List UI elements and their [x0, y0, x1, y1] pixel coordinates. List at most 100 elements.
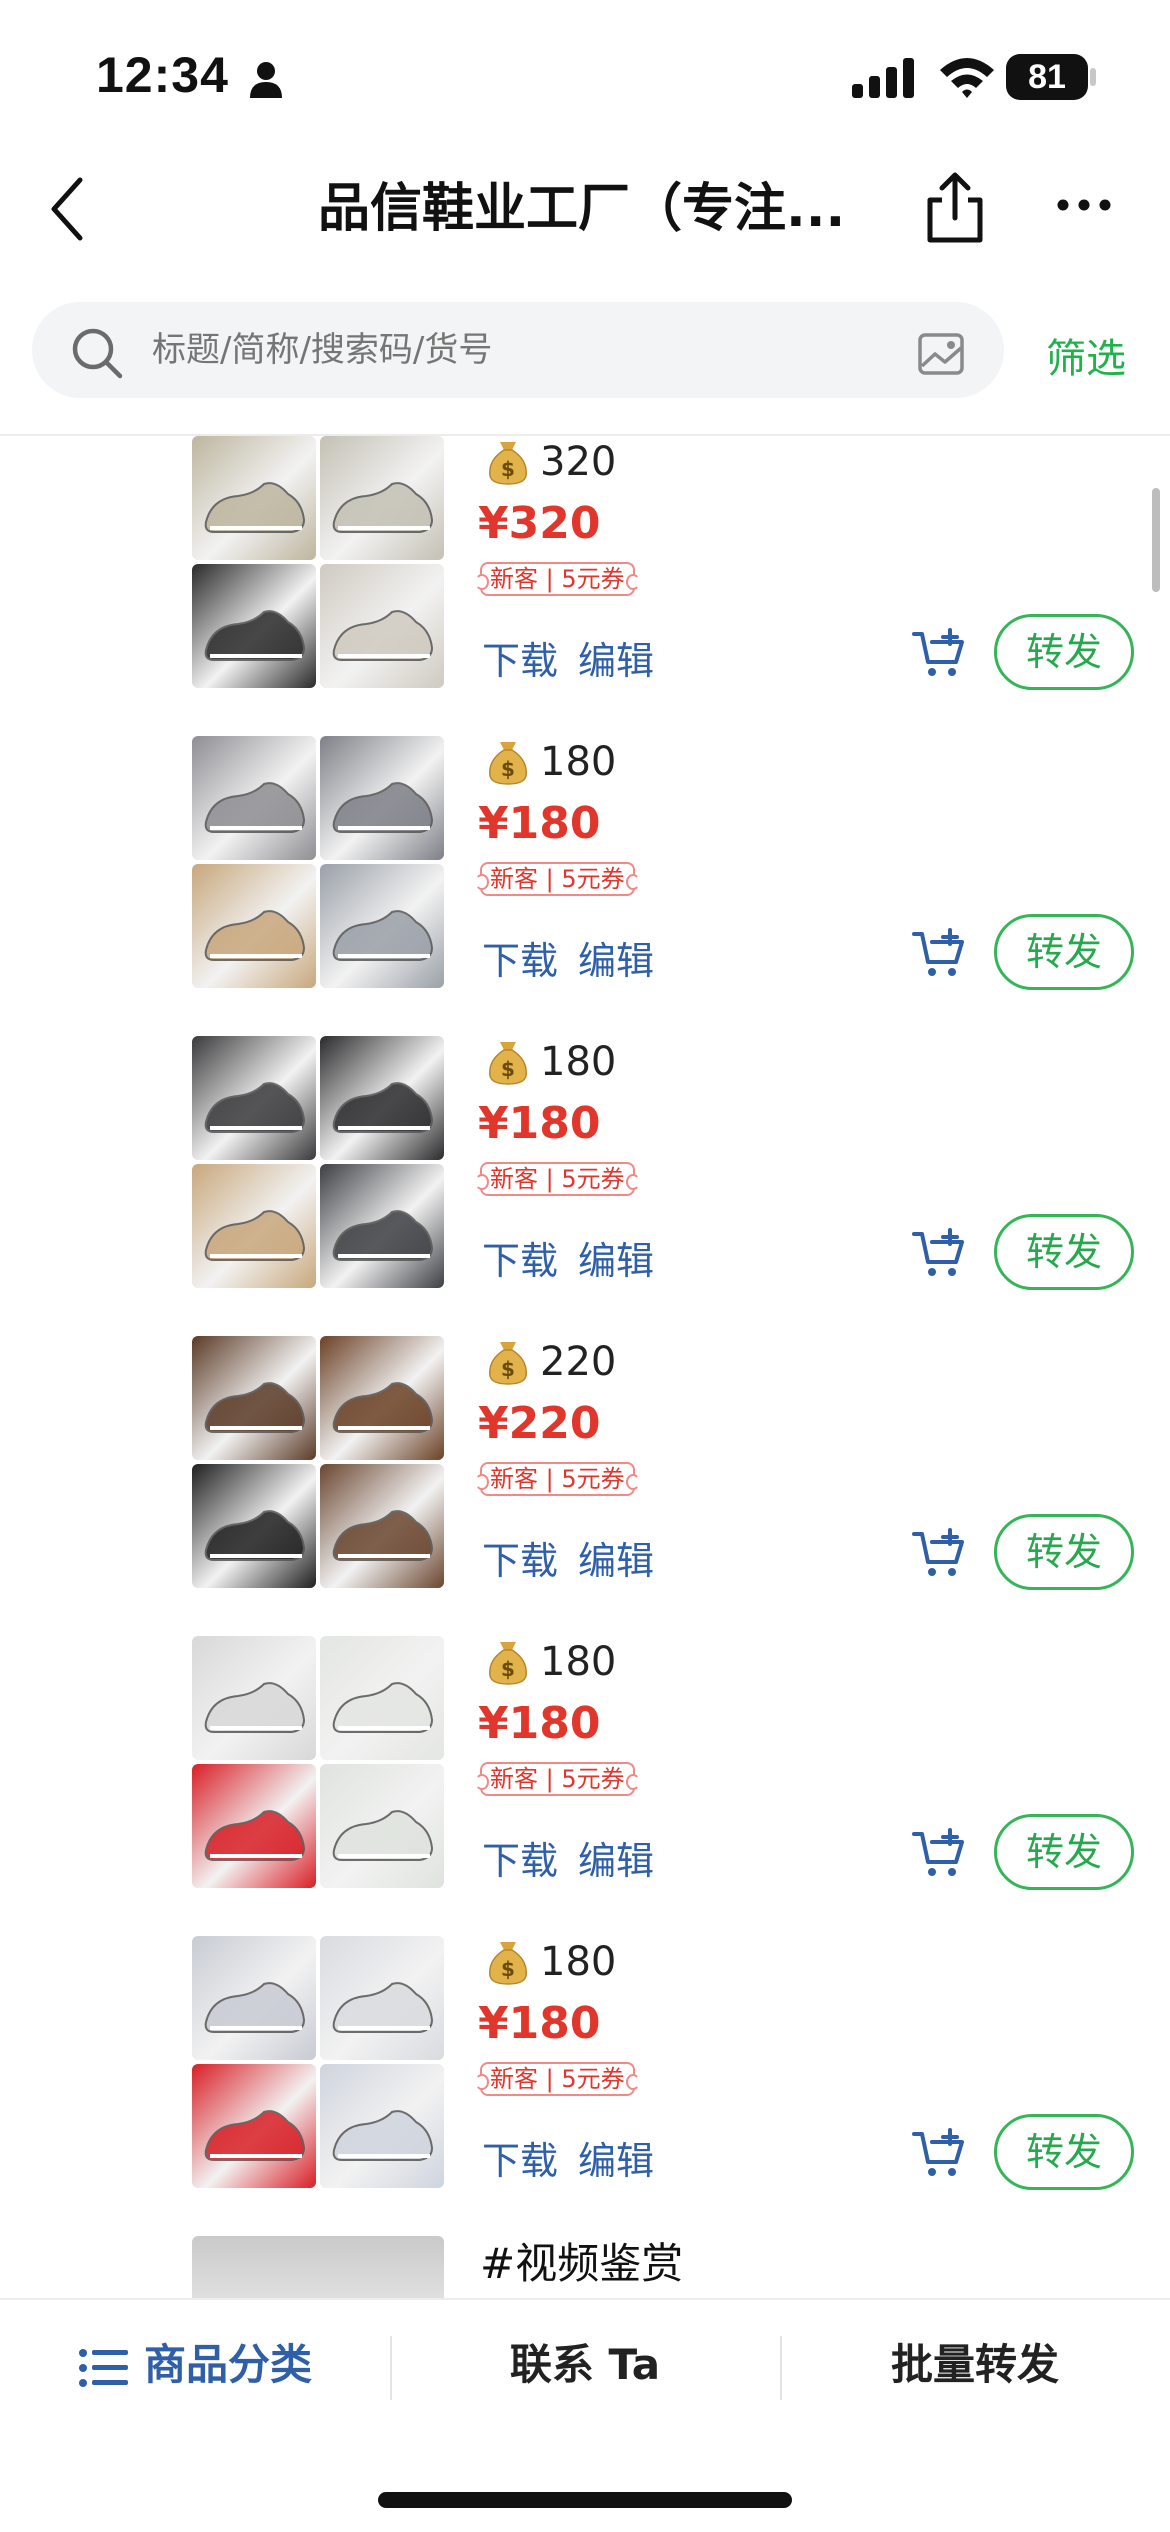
product-item[interactable]: $320 ¥320 新客 | 5元券 下载 编辑 转发 [0, 436, 1170, 736]
product-photo[interactable] [320, 736, 444, 860]
product-photo[interactable] [192, 436, 316, 560]
product-item[interactable]: $220 ¥220 新客 | 5元券 下载 编辑 转发 [0, 1336, 1170, 1636]
shoe-photo-icon [204, 1082, 306, 1133]
download-link[interactable]: 下载 [482, 1230, 558, 1285]
coupon-badge[interactable]: 新客 | 5元券 [475, 2062, 640, 2096]
product-photo[interactable] [320, 436, 444, 560]
coupon-badge[interactable]: 新客 | 5元券 [475, 562, 640, 596]
product-thumbnails[interactable] [192, 1336, 444, 1588]
product-photo[interactable] [192, 864, 316, 988]
product-photo[interactable] [192, 1936, 316, 2060]
battery-tip [1090, 68, 1096, 86]
add-to-cart-icon[interactable] [912, 1528, 966, 1580]
coupon-badge[interactable]: 新客 | 5元券 [475, 862, 640, 896]
edit-link[interactable]: 编辑 [578, 1230, 654, 1285]
tab-categories[interactable]: 商品分类 [0, 2300, 390, 2430]
shoe-photo-icon [332, 1682, 434, 1733]
money-bag-icon: $ [489, 1642, 527, 1685]
svg-text:$: $ [501, 1057, 515, 1081]
download-link[interactable]: 下载 [482, 2130, 558, 2185]
edit-link[interactable]: 编辑 [578, 2130, 654, 2185]
cellular-signal-icon [852, 58, 914, 98]
video-thumbnail[interactable] [192, 2236, 444, 2298]
product-photo[interactable] [320, 564, 444, 688]
product-photo[interactable] [320, 1636, 444, 1760]
coupon-badge[interactable]: 新客 | 5元券 [475, 1762, 640, 1796]
image-search-icon[interactable] [917, 332, 965, 376]
download-link[interactable]: 下载 [482, 1830, 558, 1885]
product-item[interactable]: $180 ¥180 新客 | 5元券 下载 编辑 转发 [0, 1036, 1170, 1336]
forward-button[interactable]: 转发 [994, 1814, 1134, 1890]
product-thumbnails[interactable] [192, 436, 444, 688]
product-photo[interactable] [192, 1464, 316, 1588]
product-thumbnails[interactable] [192, 1636, 444, 1888]
wifi-icon [940, 58, 994, 98]
product-photo[interactable] [192, 564, 316, 688]
tab-contact[interactable]: 联系 Ta [390, 2300, 780, 2430]
edit-link[interactable]: 编辑 [578, 930, 654, 985]
svg-text:$: $ [501, 757, 515, 781]
product-photo[interactable] [192, 1336, 316, 1460]
edit-link[interactable]: 编辑 [578, 630, 654, 685]
add-to-cart-icon[interactable] [912, 628, 966, 680]
product-photo[interactable] [320, 1036, 444, 1160]
forward-button[interactable]: 转发 [994, 2114, 1134, 2190]
product-thumbnails[interactable] [192, 1036, 444, 1288]
product-photo[interactable] [192, 1636, 316, 1760]
download-link[interactable]: 下载 [482, 1530, 558, 1585]
product-photo[interactable] [320, 1336, 444, 1460]
product-item[interactable]: $180 ¥180 新客 | 5元券 下载 编辑 转发 [0, 1636, 1170, 1936]
share-icon[interactable] [920, 170, 990, 246]
shoe-photo-icon [204, 610, 306, 661]
product-photo[interactable] [320, 2064, 444, 2188]
product-thumbnails[interactable] [192, 736, 444, 988]
download-link[interactable]: 下载 [482, 930, 558, 985]
tab-batch-forward[interactable]: 批量转发 [780, 2300, 1170, 2430]
shoe-photo-icon [332, 482, 434, 533]
shoe-photo-icon [332, 782, 434, 833]
shoe-photo-icon [332, 1082, 434, 1133]
navigation-bar: 品信鞋业工厂（专注... [0, 150, 1170, 270]
shoe-photo-icon [332, 1210, 434, 1261]
product-photo[interactable] [320, 1164, 444, 1288]
product-photo[interactable] [320, 1464, 444, 1588]
product-photo[interactable] [192, 1164, 316, 1288]
scrollbar[interactable] [1152, 488, 1160, 592]
more-dots-icon[interactable] [1056, 198, 1112, 212]
coupon-badge[interactable]: 新客 | 5元券 [475, 1462, 640, 1496]
edit-link[interactable]: 编辑 [578, 1530, 654, 1585]
price: ¥180 [478, 1098, 601, 1149]
add-to-cart-icon[interactable] [912, 928, 966, 980]
product-list[interactable]: $320 ¥320 新客 | 5元券 下载 编辑 转发 $180 ¥180 新客 | 5元券 下载… [0, 436, 1170, 2298]
money-bag-icon: $ [489, 1342, 527, 1385]
add-to-cart-icon[interactable] [912, 1828, 966, 1880]
product-item[interactable]: $180 ¥180 新客 | 5元券 下载 编辑 转发 [0, 736, 1170, 1036]
chevron-left-icon[interactable] [44, 174, 94, 244]
add-to-cart-icon[interactable] [912, 2128, 966, 2180]
product-photo[interactable] [192, 1764, 316, 1888]
forward-button[interactable]: 转发 [994, 614, 1134, 690]
search-input[interactable] [152, 302, 912, 398]
price: ¥180 [478, 1998, 601, 2049]
forward-button[interactable]: 转发 [994, 1214, 1134, 1290]
search-bar[interactable] [32, 302, 1004, 398]
tab-batch-forward-label: 批量转发 [890, 2340, 1059, 2389]
add-to-cart-icon[interactable] [912, 1228, 966, 1280]
search-row: 筛选 [0, 296, 1170, 406]
forward-button[interactable]: 转发 [994, 914, 1134, 990]
product-photo[interactable] [192, 1036, 316, 1160]
shoe-photo-icon [204, 1982, 306, 2033]
filter-button[interactable]: 筛选 [1046, 326, 1126, 384]
edit-link[interactable]: 编辑 [578, 1830, 654, 1885]
product-photo[interactable] [320, 1764, 444, 1888]
product-photo[interactable] [192, 2064, 316, 2188]
product-photo[interactable] [192, 736, 316, 860]
product-photo[interactable] [320, 864, 444, 988]
price: ¥320 [478, 498, 601, 549]
product-photo[interactable] [320, 1936, 444, 2060]
coupon-badge[interactable]: 新客 | 5元券 [475, 1162, 640, 1196]
download-link[interactable]: 下载 [482, 630, 558, 685]
forward-button[interactable]: 转发 [994, 1514, 1134, 1590]
product-thumbnails[interactable] [192, 1936, 444, 2188]
product-item[interactable]: $180 ¥180 新客 | 5元券 下载 编辑 转发 [0, 1936, 1170, 2236]
